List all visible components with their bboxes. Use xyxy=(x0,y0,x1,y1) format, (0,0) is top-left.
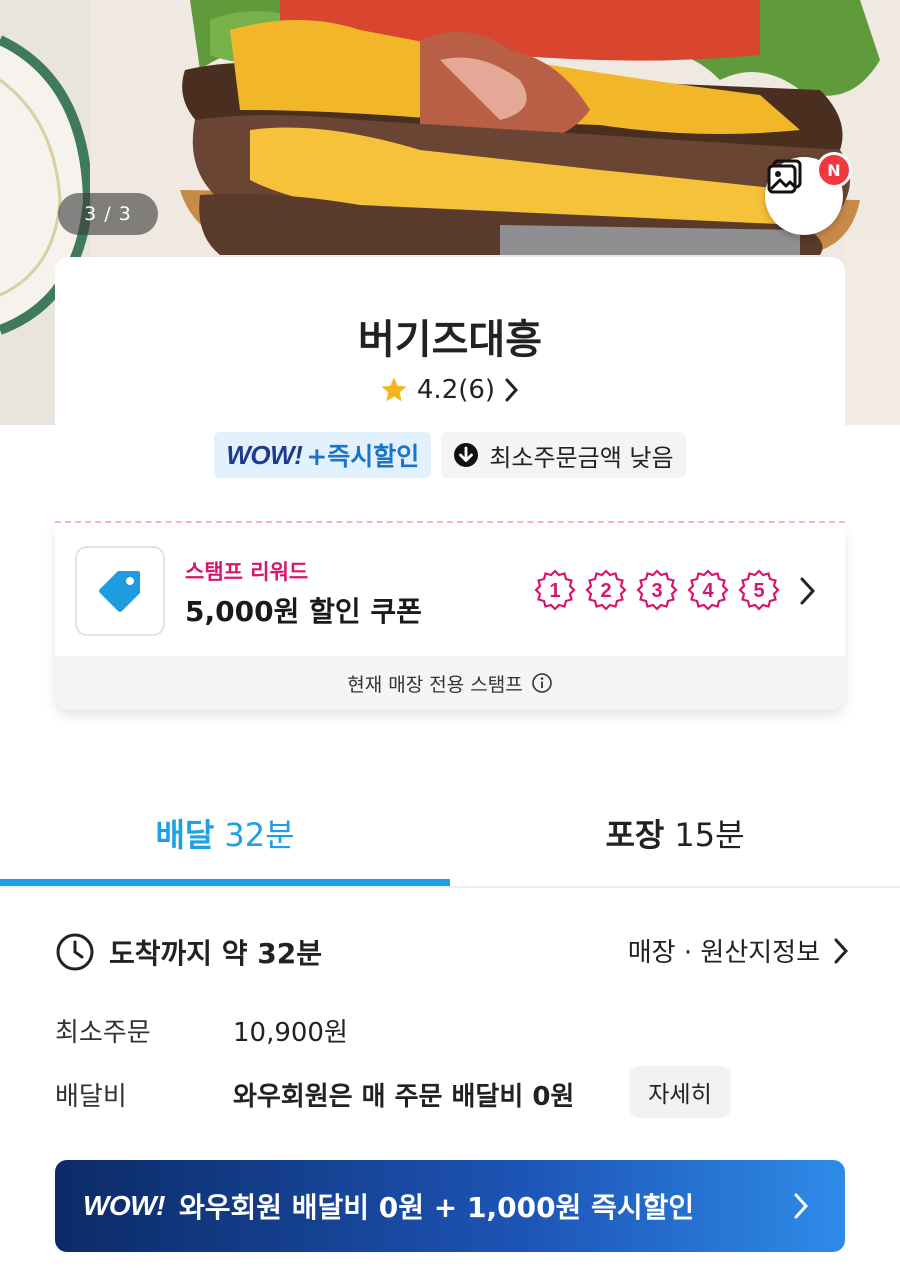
low-min-order-label: 최소주문금액 낮음 xyxy=(489,443,674,472)
photo-counter: 3 / 3 xyxy=(58,193,158,235)
store-origin-info-link[interactable]: 매장 · 원산지정보 xyxy=(628,932,850,969)
store-name: 버기즈대흥 xyxy=(358,317,542,363)
wow-membership-banner[interactable]: WOW! 와우회원 배달비 0원 + 1,000원 즉시할인 xyxy=(55,1160,845,1252)
stamp-number: 2 xyxy=(600,580,611,602)
wow-instant-discount-badge: WOW! +즉시할인 xyxy=(214,432,432,478)
wow-logo: WOW! xyxy=(226,439,303,470)
stamp-slot: 5 xyxy=(738,569,780,611)
stamp-footer: 현재 매장 전용 스탬프 xyxy=(55,656,845,710)
store-origin-info-label: 매장 · 원산지정보 xyxy=(627,938,820,968)
low-min-order-badge: 최소주문금액 낮음 xyxy=(441,432,686,478)
stamp-reward-label: 스탬프 리워드 xyxy=(185,560,309,584)
delivery-fee-detail-button[interactable]: 자세히 xyxy=(629,1066,731,1118)
rating-link[interactable]: 4.2 (6) xyxy=(55,375,845,405)
stamp-number: 4 xyxy=(702,580,714,602)
wow-banner-text: 와우회원 배달비 0원 + 1,000원 즉시할인 xyxy=(178,1191,695,1224)
review-count: (6) xyxy=(458,375,496,405)
min-order-label: 최소주문 xyxy=(55,1018,151,1048)
chevron-right-icon xyxy=(800,577,816,605)
active-tab-indicator xyxy=(0,879,450,886)
chevron-right-icon xyxy=(834,938,849,963)
rating-value: 4.2 xyxy=(416,375,459,405)
wow-logo: WOW! xyxy=(83,1190,165,1221)
tab-delivery[interactable]: 배달 32분 xyxy=(0,790,450,886)
new-badge: N xyxy=(816,152,852,188)
tab-delivery-label: 배달 xyxy=(155,816,215,854)
chevron-right-icon xyxy=(505,378,519,402)
stamp-number: 5 xyxy=(753,580,764,602)
tag-icon xyxy=(99,571,140,612)
delivery-fee-label: 배달비 xyxy=(55,1082,127,1112)
stamp-progress: 1 2 3 4 5 xyxy=(533,568,781,612)
stamp-slot: 2 xyxy=(585,569,627,611)
tab-pickup-time: 15분 xyxy=(674,816,745,854)
coupon-icon-box xyxy=(75,546,165,636)
stamp-slot: 1 xyxy=(534,569,576,611)
card-divider xyxy=(55,521,845,523)
arrival-time-text: 도착까지 약 32분 xyxy=(109,937,323,970)
tab-pickup[interactable]: 포장 15분 xyxy=(450,790,900,886)
stamp-footer-text: 현재 매장 전용 스탬프 xyxy=(347,673,523,696)
stamp-reward-card[interactable]: 스탬프 리워드 5,000원 할인 쿠폰 1 2 3 4 5 현재 매장 전용 … xyxy=(55,526,845,710)
instant-discount-label: +즉시할인 xyxy=(306,442,420,471)
stamp-number: 3 xyxy=(651,580,662,602)
min-order-value: 10,900원 xyxy=(233,1018,348,1048)
stamp-reward-title: 5,000원 할인 쿠폰 xyxy=(185,595,422,628)
store-info-card: 버기즈대흥 4.2 (6) WOW! +즉시할인 최소주문금액 낮음 xyxy=(55,257,845,522)
delivery-fee-value: 와우회원은 매 주문 배달비 0원 xyxy=(233,1082,575,1112)
stamp-slot: 3 xyxy=(636,569,678,611)
chevron-right-icon xyxy=(794,1193,809,1219)
gallery-icon xyxy=(767,159,802,194)
arrow-down-circle-icon xyxy=(454,443,479,467)
star-icon xyxy=(381,377,407,402)
stamp-slot: 4 xyxy=(687,569,729,611)
tab-delivery-time: 32분 xyxy=(224,816,295,854)
tab-pickup-label: 포장 xyxy=(605,816,665,854)
arrival-time: 도착까지 약 32분 xyxy=(55,932,322,972)
stamp-number: 1 xyxy=(549,580,560,602)
order-type-tabs: 배달 32분 포장 15분 xyxy=(0,790,900,888)
clock-icon xyxy=(56,933,94,971)
info-icon[interactable] xyxy=(531,672,553,694)
